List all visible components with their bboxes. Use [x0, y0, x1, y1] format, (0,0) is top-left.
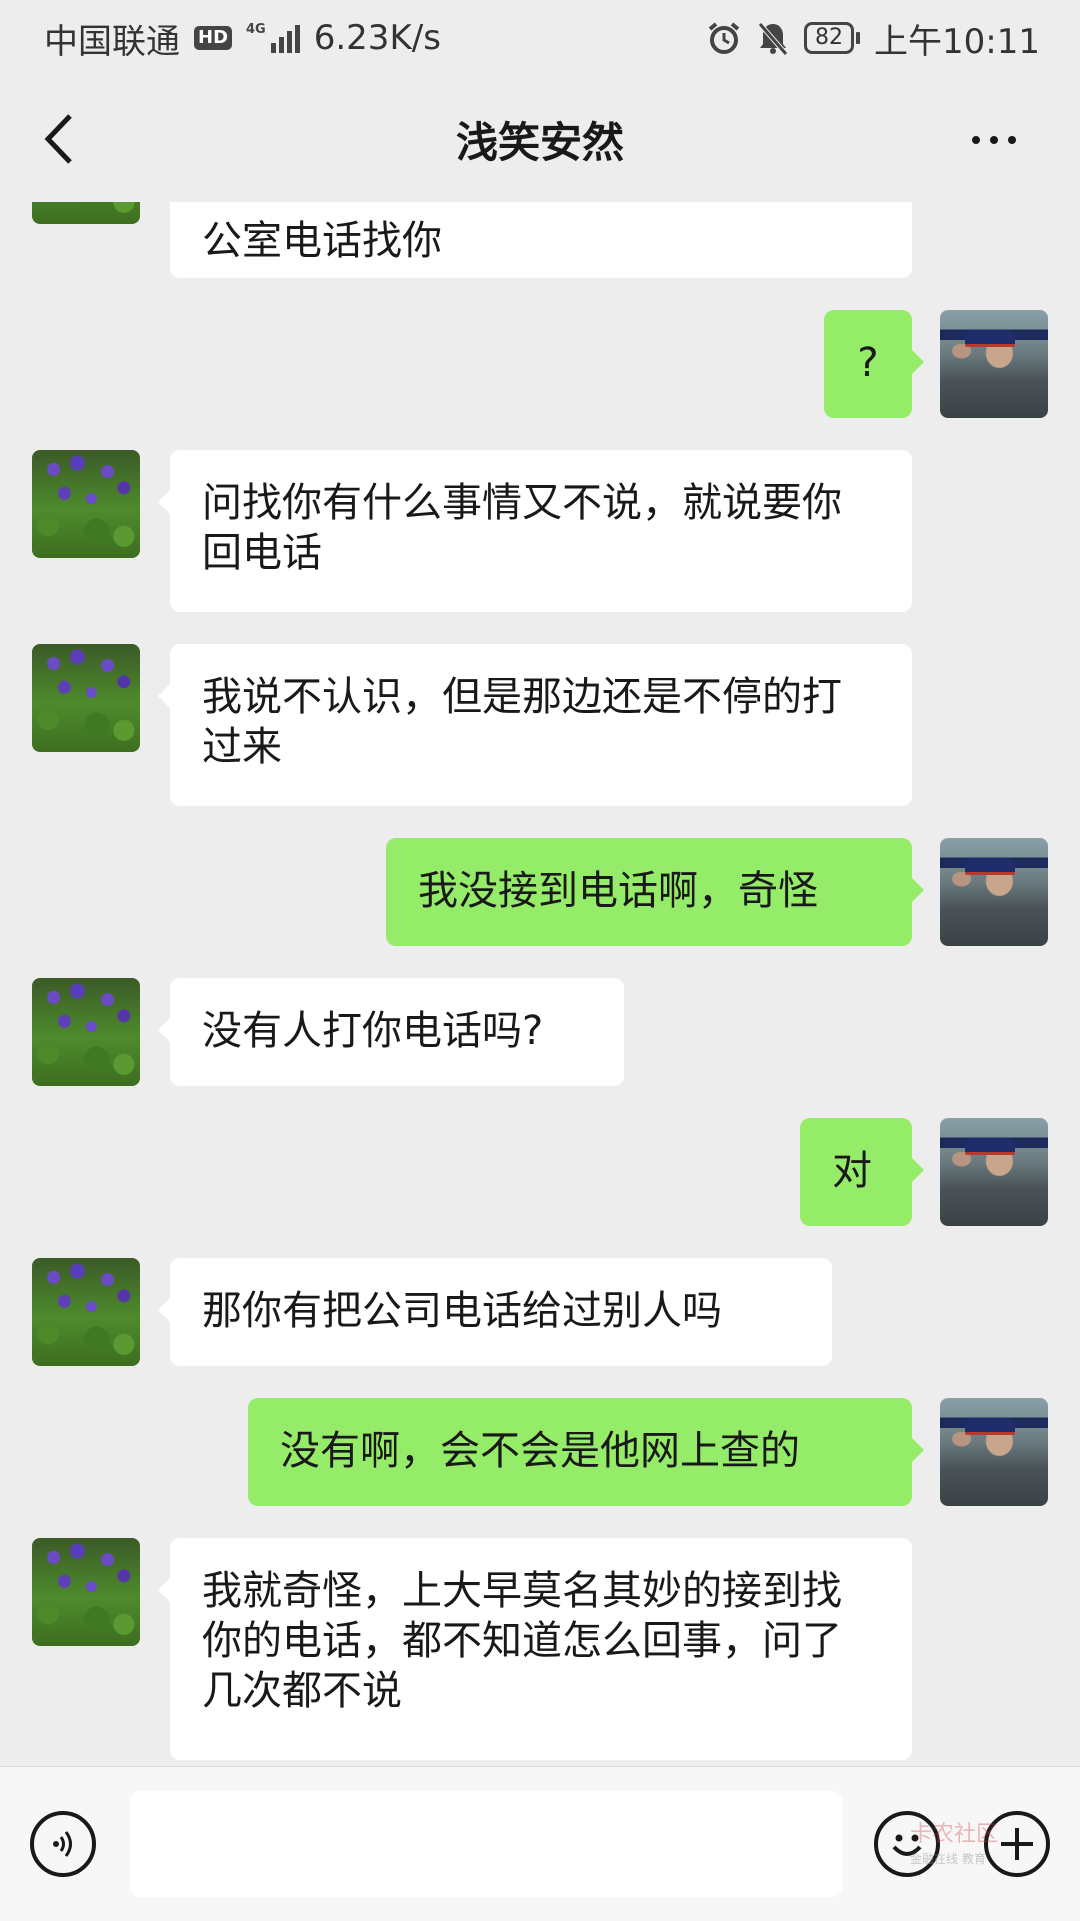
- voice-waves-icon: [53, 1831, 72, 1857]
- contact-avatar[interactable]: [32, 1538, 140, 1646]
- message-bubble[interactable]: 问找你有什么事情又不说，就说要你回电话: [158, 450, 912, 612]
- hd-badge: HD: [194, 26, 233, 50]
- more-options-icon[interactable]: [972, 120, 1038, 160]
- message-bubble[interactable]: 那你有把公司电话给过别人吗: [158, 1258, 832, 1366]
- status-bar: 中国联通 HD 4G 6.23K/s 82 上午10:11: [0, 0, 1080, 76]
- message-input[interactable]: [130, 1791, 842, 1897]
- my-avatar[interactable]: [940, 1118, 1048, 1226]
- back-arrow-icon[interactable]: [32, 106, 92, 172]
- more-functions-plus-icon[interactable]: [984, 1811, 1050, 1877]
- network-type: 4G: [246, 22, 266, 37]
- carrier-name: 中国联通: [44, 21, 180, 62]
- contact-avatar[interactable]: [32, 202, 140, 224]
- status-right: 82 上午10:11: [706, 14, 1040, 63]
- message-bubble[interactable]: 对: [800, 1118, 924, 1226]
- contact-avatar[interactable]: [32, 644, 140, 752]
- contact-avatar[interactable]: [32, 1258, 140, 1366]
- message-list[interactable]: 公室电话找你 ? 问找你有什么事情又不说，就说要你回电话 我说不认识，但是那边还…: [0, 202, 1080, 1766]
- contact-avatar[interactable]: [32, 978, 140, 1086]
- smiley-face-icon: [892, 1834, 922, 1856]
- network-speed: 6.23K/s: [313, 18, 441, 58]
- message-bubble[interactable]: 没有啊，会不会是他网上查的: [248, 1398, 924, 1506]
- voice-input-icon[interactable]: [30, 1811, 96, 1877]
- plus-icon: [1001, 1828, 1033, 1860]
- clock: 上午10:11: [874, 21, 1040, 62]
- alarm-icon: [708, 22, 740, 54]
- message-bubble[interactable]: 公室电话找你: [170, 202, 912, 278]
- chat-title: 浅笑安然: [455, 117, 624, 167]
- battery-icon: 82: [804, 22, 861, 54]
- emoji-icon[interactable]: [874, 1811, 940, 1877]
- message-bubble[interactable]: 我没接到电话啊，奇怪: [386, 838, 924, 946]
- mute-bell-icon: [758, 22, 788, 56]
- message-bubble[interactable]: 没有人打你电话吗?: [158, 978, 624, 1086]
- signal-icon: 4G: [246, 23, 300, 53]
- input-bar: 卡农社区 金融在线 教育: [0, 1766, 1080, 1921]
- my-avatar[interactable]: [940, 838, 1048, 946]
- contact-avatar[interactable]: [32, 450, 140, 558]
- status-left: 中国联通 HD 4G 6.23K/s: [44, 14, 441, 63]
- title-bar: 浅笑安然: [0, 76, 1080, 202]
- battery-level: 82: [804, 22, 855, 54]
- message-bubble[interactable]: 我说不认识，但是那边还是不停的打过来: [158, 644, 912, 806]
- message-bubble[interactable]: ?: [824, 310, 924, 418]
- my-avatar[interactable]: [940, 1398, 1048, 1506]
- message-bubble[interactable]: 我就奇怪，上大早莫名其妙的接到找你的电话，都不知道怎么回事，问了几次都不说: [158, 1538, 912, 1760]
- my-avatar[interactable]: [940, 310, 1048, 418]
